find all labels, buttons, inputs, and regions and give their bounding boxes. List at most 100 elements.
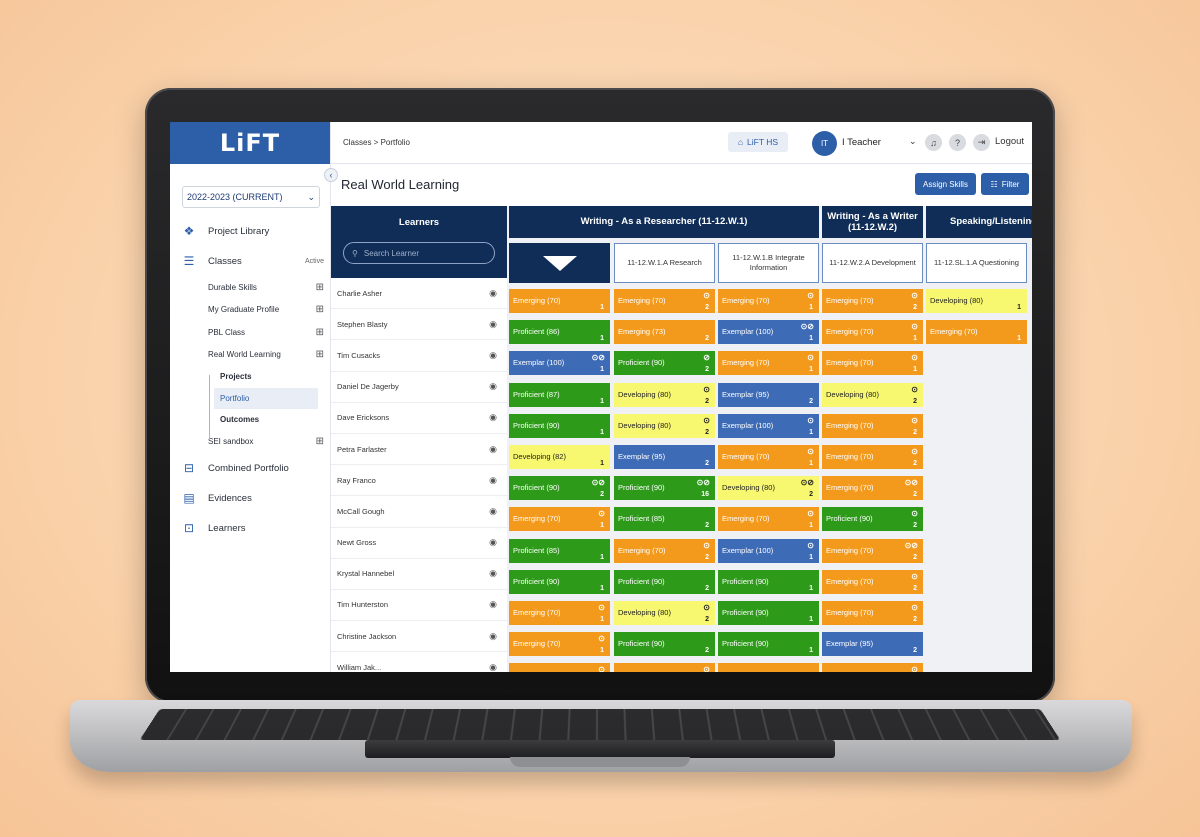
score-cell[interactable]: Exemplar (100) ⊙ 1 (718, 413, 819, 438)
eye-icon[interactable]: ◉ (489, 319, 497, 330)
rwl-outcomes[interactable]: Outcomes (170, 409, 330, 431)
score-cell[interactable]: Proficient (90) ⊘ 2 (614, 351, 715, 376)
nav-combined-portfolio[interactable]: ⊟ Combined Portfolio (170, 453, 330, 483)
eye-icon[interactable]: ◉ (489, 381, 497, 392)
eye-icon[interactable]: ◉ (489, 475, 497, 486)
rwl-projects[interactable]: Projects (170, 366, 330, 388)
score-cell[interactable]: Emerging (70) ⊙ 1 (718, 351, 819, 376)
score-cell[interactable]: Proficient (90) 1 (718, 569, 819, 594)
grid-view-icon[interactable]: ⊞ (316, 304, 324, 315)
class-pbl[interactable]: PBL Class ⊞ (170, 321, 330, 344)
score-cell[interactable]: Emerging (70) ⊙ 2 (822, 445, 923, 469)
class-durable-skills[interactable]: Durable Skills ⊞ (170, 276, 330, 299)
score-cell[interactable]: Emerging (70) ⊙ 1 (509, 601, 610, 625)
score-cell[interactable]: Emerging (70) ⊙ 1 (509, 632, 610, 657)
grid-view-icon[interactable]: ⊞ (316, 282, 324, 293)
eye-icon[interactable]: ◉ (489, 288, 497, 299)
learner-row[interactable]: Tim Hunterston ◉ (331, 590, 507, 622)
eye-icon[interactable]: ◉ (489, 662, 497, 672)
skill-header-selected[interactable] (509, 243, 610, 283)
grid-view-icon[interactable]: ⊞ (316, 349, 324, 360)
nav-evidences[interactable]: ▤ Evidences (170, 483, 330, 513)
score-cell[interactable]: Emerging (70) ⊙ 1 (718, 445, 819, 469)
score-cell[interactable]: Developing (80) ⊙ 2 (822, 382, 923, 407)
score-cell[interactable]: ⊙ (614, 663, 715, 672)
score-cell[interactable]: Proficient (90) 1 (509, 413, 610, 438)
score-cell[interactable]: Emerging (70) 1 (509, 289, 610, 313)
school-button[interactable]: ⌂ LiFT HS (728, 132, 788, 152)
skill-header[interactable]: 11-12.W.2.A Development (822, 243, 923, 283)
score-cell[interactable]: Developing (80) ⊙ 2 (614, 382, 715, 407)
score-cell[interactable]: Emerging (73) 2 (614, 320, 715, 345)
learner-row[interactable]: Newt Gross ◉ (331, 528, 507, 559)
learner-row[interactable]: McCall Gough ◉ (331, 496, 507, 528)
collapse-sidebar-icon[interactable]: ‹ (324, 168, 338, 182)
score-cell[interactable]: Proficient (90) ⊙ 2 (822, 507, 923, 532)
nav-classes[interactable]: ☰ Classes Active (170, 246, 330, 276)
score-cell[interactable]: Proficient (86) 1 (509, 320, 610, 345)
score-cell[interactable]: Emerging (70) ⊙ 2 (614, 538, 715, 563)
learner-row[interactable]: Ray Franco ◉ (331, 465, 507, 497)
assign-skills-button[interactable]: Assign Skills (915, 173, 976, 195)
score-cell[interactable]: Emerging (70) ⊙ 2 (822, 413, 923, 438)
learner-row[interactable]: Tim Cusacks ◉ (331, 340, 507, 372)
score-cell[interactable]: Emerging (70) ⊙⊘ 2 (822, 476, 923, 501)
eye-icon[interactable]: ◉ (489, 568, 497, 579)
chevron-down-icon[interactable]: ⌄ (909, 136, 917, 147)
score-cell[interactable]: Proficient (90) 1 (718, 632, 819, 657)
score-cell[interactable]: Exemplar (100) ⊙ 1 (718, 538, 819, 563)
skill-header[interactable]: 11-12.W.1.A Research (614, 243, 715, 283)
logout-link[interactable]: Logout (995, 136, 1024, 147)
score-cell[interactable]: Proficient (87) 1 (509, 382, 610, 407)
score-cell[interactable]: Exemplar (100) ⊙⊘ 1 (718, 320, 819, 345)
score-cell[interactable]: Emerging (70) 1 (926, 320, 1027, 345)
score-cell[interactable]: Emerging (70) ⊙ 1 (718, 507, 819, 532)
year-select[interactable]: 2022-2023 (CURRENT) ⌄ (182, 186, 320, 208)
nav-project-library[interactable]: ❖ Project Library (170, 216, 330, 246)
user-name[interactable]: I Teacher (842, 137, 881, 148)
learner-row[interactable]: Petra Farlaster ◉ (331, 434, 507, 466)
eye-icon[interactable]: ◉ (489, 444, 497, 455)
score-cell[interactable]: Developing (80) 1 (926, 289, 1027, 313)
score-cell[interactable]: Emerging (70) ⊙⊘ 2 (822, 538, 923, 563)
class-graduate-profile[interactable]: My Graduate Profile ⊞ (170, 299, 330, 322)
score-cell[interactable]: Emerging (70) ⊙ 2 (822, 289, 923, 313)
learner-row[interactable]: William Jak... ◉ (331, 652, 507, 672)
eye-icon[interactable]: ◉ (489, 537, 497, 548)
grid-view-icon[interactable]: ⊞ (316, 436, 324, 447)
learner-row[interactable]: Krystal Hannebel ◉ (331, 559, 507, 590)
class-sei-sandbox[interactable]: SEI sandbox ⊞ (170, 431, 330, 454)
score-cell[interactable]: Exemplar (95) 2 (822, 632, 923, 657)
score-cell[interactable]: Proficient (85) 2 (614, 507, 715, 532)
score-cell[interactable]: Emerging (70) ⊙ 2 (822, 569, 923, 594)
score-cell[interactable]: Emerging (70) ⊙ 1 (822, 351, 923, 376)
rwl-portfolio[interactable]: Portfolio (214, 387, 318, 409)
help-icon[interactable]: ? (949, 134, 966, 151)
score-cell[interactable]: Developing (80) ⊙⊘ 2 (718, 476, 819, 501)
eye-icon[interactable]: ◉ (489, 506, 497, 517)
grid-view-icon[interactable]: ⊞ (316, 327, 324, 338)
score-cell[interactable]: Emerging (70) ⊙ 2 (822, 601, 923, 625)
score-cell[interactable]: Developing (80) ⊙ 2 (614, 601, 715, 625)
skill-header[interactable]: 11-12.W.1.B Integrate Information (718, 243, 819, 283)
score-cell[interactable]: Proficient (90) ⊙⊘ 2 (509, 476, 610, 501)
score-cell[interactable]: ⊙ (822, 663, 923, 672)
class-real-world-learning[interactable]: Real World Learning ⊞ (170, 344, 330, 367)
score-cell[interactable]: Emerging (70) ⊙ 1 (509, 507, 610, 532)
filter-button[interactable]: ☷ Filter (981, 173, 1029, 195)
learner-row[interactable]: Daniel De Jagerby ◉ (331, 372, 507, 403)
learner-row[interactable]: Christine Jackson ◉ (331, 621, 507, 653)
score-cell[interactable]: Proficient (85) 1 (509, 538, 610, 563)
score-cell[interactable]: Emerging (70) ⊙ 1 (822, 320, 923, 345)
nav-learners[interactable]: ⊡ Learners (170, 513, 330, 543)
score-cell[interactable]: Proficient (90) 2 (614, 632, 715, 657)
score-cell[interactable]: Proficient (90) 1 (509, 569, 610, 594)
search-learner-input[interactable]: ⚲ Search Learner (343, 242, 495, 264)
score-cell[interactable]: Exemplar (95) 2 (718, 382, 819, 407)
eye-icon[interactable]: ◉ (489, 350, 497, 361)
avatar[interactable]: IT (812, 131, 837, 156)
score-cell[interactable]: Proficient (90) 2 (614, 569, 715, 594)
score-cell[interactable]: ⊙ (509, 663, 610, 672)
score-cell[interactable]: Developing (80) ⊙ 2 (614, 413, 715, 438)
breadcrumb[interactable]: Classes > Portfolio (343, 138, 410, 147)
